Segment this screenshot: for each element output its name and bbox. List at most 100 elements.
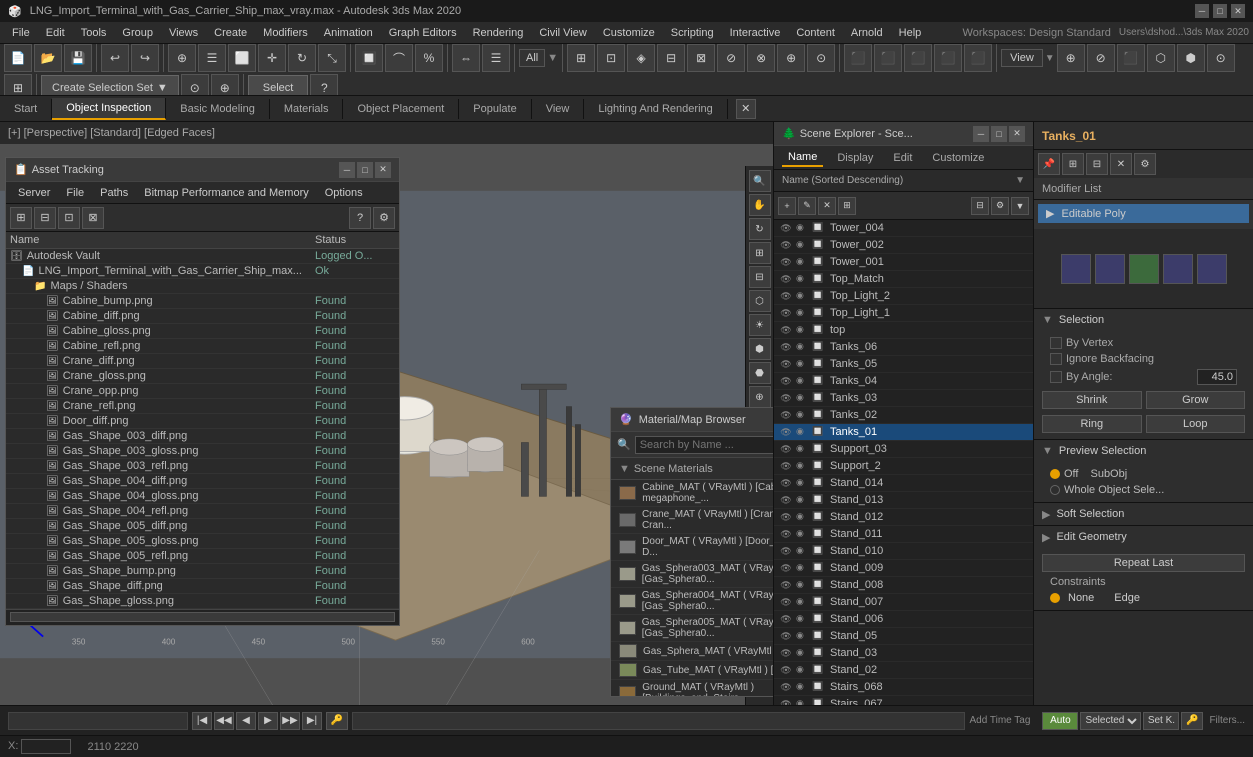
none-radio[interactable]	[1050, 593, 1060, 603]
scene-list-item[interactable]: 👁 ◉ 🔲 Top_Light_1	[774, 305, 1033, 322]
selection-section-header[interactable]: ▼ Selection	[1034, 309, 1253, 331]
menu-rendering[interactable]: Rendering	[465, 25, 532, 41]
scene-list-item[interactable]: 👁 ◉ 🔲 Tower_004	[774, 220, 1033, 237]
menu-views[interactable]: Views	[161, 25, 206, 41]
asset-list-item[interactable]: 🖼Gas_Shape_004_diff.pngFound	[6, 474, 399, 489]
menu-group[interactable]: Group	[114, 25, 161, 41]
mat-list-item[interactable]: Gas_Sphera003_MAT ( VRayMtl ) [Gas_Spher…	[611, 561, 773, 588]
undo-button[interactable]: ↩	[101, 44, 129, 72]
rect-region-button[interactable]: ⬜	[228, 44, 256, 72]
key-mode-select[interactable]: Selected	[1080, 712, 1141, 730]
vp-grid-btn[interactable]: ⊕	[749, 386, 771, 408]
menu-file[interactable]: File	[4, 25, 38, 41]
mat-list-item[interactable]: Gas_Sphera004_MAT ( VRayMtl ) [Gas_Spher…	[611, 588, 773, 615]
mat-list-item[interactable]: Gas_Tube_MAT ( VRayMtl ) [Gas_Tube]	[611, 661, 773, 680]
scene-list-item[interactable]: 👁 ◉ 🔲 Tanks_03	[774, 390, 1033, 407]
scene-list-item[interactable]: 👁 ◉ 🔲 Stand_013	[774, 492, 1033, 509]
menu-animation[interactable]: Animation	[316, 25, 381, 41]
grow-button[interactable]: Grow	[1146, 391, 1246, 409]
asset-menu-server[interactable]: Server	[10, 185, 58, 201]
layer-dropdown[interactable]: All ▼	[519, 49, 558, 67]
asset-tb-settings[interactable]: ⚙	[373, 207, 395, 229]
mirror-button[interactable]: ⇔	[452, 44, 480, 72]
asset-list-item[interactable]: 🖼Gas_Shape_003_diff.pngFound	[6, 429, 399, 444]
key-filter-btn[interactable]: 🔑	[1181, 712, 1203, 730]
scene-list-item[interactable]: 👁 ◉ 🔲 Stand_02	[774, 662, 1033, 679]
last-frame-btn[interactable]: ▶|	[302, 712, 322, 730]
scene-list-item[interactable]: 👁 ◉ 🔲 Support_2	[774, 458, 1033, 475]
editable-poly-modifier[interactable]: ▶ Editable Poly	[1038, 204, 1249, 223]
asset-tb-2[interactable]: ⊟	[34, 207, 56, 229]
asset-menu-file[interactable]: File	[58, 185, 92, 201]
by-vertex-checkbox[interactable]	[1050, 337, 1062, 349]
asset-menu-bitmap[interactable]: Bitmap Performance and Memory	[136, 185, 316, 201]
scene-list-item[interactable]: 👁 ◉ 🔲 Tower_001	[774, 254, 1033, 271]
snap-button[interactable]: 🔲	[355, 44, 383, 72]
soft-selection-header[interactable]: ▶ Soft Selection	[1034, 503, 1253, 525]
scene-list-item[interactable]: 👁 ◉ 🔲 Tanks_02	[774, 407, 1033, 424]
scene-tb-filter[interactable]: ⊟	[971, 197, 989, 215]
prev-btn[interactable]: ◀	[236, 712, 256, 730]
tb-icon-4[interactable]: ⊟	[657, 44, 685, 72]
asset-list-item[interactable]: 🖼Gas_Shape_gloss.pngFound	[6, 594, 399, 609]
menu-scripting[interactable]: Scripting	[663, 25, 722, 41]
preview-off-radio[interactable]	[1050, 469, 1060, 479]
vp-shading-btn[interactable]: ⬡	[749, 290, 771, 312]
select-object-button[interactable]: ⊕	[168, 44, 196, 72]
vp-orbit-btn[interactable]: ↻	[749, 218, 771, 240]
tab-materials[interactable]: Materials	[270, 99, 344, 119]
tb-after-create[interactable]: ⊙	[181, 74, 209, 96]
preview-selection-header[interactable]: ▼ Preview Selection	[1034, 440, 1253, 462]
play-btn[interactable]: ▶	[258, 712, 278, 730]
ring-button[interactable]: Ring	[1042, 415, 1142, 433]
menu-interactive[interactable]: Interactive	[722, 25, 789, 41]
tab-start[interactable]: Start	[0, 99, 52, 119]
scene-list-item[interactable]: 👁 ◉ 🔲 Tanks_01	[774, 424, 1033, 441]
scene-list-item[interactable]: 👁 ◉ 🔲 Stand_03	[774, 645, 1033, 662]
menu-tools[interactable]: Tools	[73, 25, 115, 41]
ignore-backfacing-checkbox[interactable]	[1050, 353, 1062, 365]
asset-list-item[interactable]: 🖼Gas_Shape_004_refl.pngFound	[6, 504, 399, 519]
next-btn[interactable]: ▶▶	[280, 712, 300, 730]
tb-icon-8[interactable]: ⊕	[777, 44, 805, 72]
asset-list-item[interactable]: 🖼Gas_Shape_diff.pngFound	[6, 579, 399, 594]
scene-tb-more1[interactable]: ⊞	[838, 197, 856, 215]
align-button[interactable]: ☰	[482, 44, 510, 72]
tab-view[interactable]: View	[532, 99, 585, 119]
key-mode-btn[interactable]: 🔑	[326, 712, 348, 730]
menu-civil-view[interactable]: Civil View	[531, 25, 594, 41]
asset-minimize-btn[interactable]: ─	[339, 162, 355, 178]
asset-list-item[interactable]: 🗄Autodesk VaultLogged O...	[6, 249, 399, 264]
tb-icon-1[interactable]: ⊞	[567, 44, 595, 72]
scene-tb-del[interactable]: ✕	[818, 197, 836, 215]
mat-list-item[interactable]: Cabine_MAT ( VRayMtl ) [Cabine, megaphon…	[611, 480, 773, 507]
scene-list-item[interactable]: 👁 ◉ 🔲 Stand_05	[774, 628, 1033, 645]
tb-icon-3[interactable]: ◈	[627, 44, 655, 72]
scale-button[interactable]: ⤡	[318, 44, 346, 72]
help-button[interactable]: ?	[310, 74, 338, 96]
asset-list-item[interactable]: 🖼Gas_Shape_005_gloss.pngFound	[6, 534, 399, 549]
asset-tb-1[interactable]: ⊞	[10, 207, 32, 229]
asset-list-item[interactable]: 🖼Cabine_diff.pngFound	[6, 309, 399, 324]
asset-list-item[interactable]: 🖼Cabine_refl.pngFound	[6, 339, 399, 354]
asset-tb-help[interactable]: ?	[349, 207, 371, 229]
tb-more-2[interactable]: ⊘	[1087, 44, 1115, 72]
scene-list-item[interactable]: 👁 ◉ 🔲 Tanks_05	[774, 356, 1033, 373]
scene-list-item[interactable]: 👁 ◉ 🔲 Stand_012	[774, 509, 1033, 526]
play-back-btn[interactable]: |◀	[192, 712, 212, 730]
asset-list-item[interactable]: 🖼Crane_refl.pngFound	[6, 399, 399, 414]
asset-list-item[interactable]: 🖼Gas_Shape_005_diff.pngFound	[6, 519, 399, 534]
prev-frame-btn[interactable]: ◀◀	[214, 712, 234, 730]
vp-material-btn[interactable]: ⬣	[749, 362, 771, 384]
vp-field-btn[interactable]: ⊞	[749, 242, 771, 264]
vp-transparency-btn[interactable]: ⬢	[749, 338, 771, 360]
asset-tb-3[interactable]: ⊡	[58, 207, 80, 229]
select-by-name-button[interactable]: ☰	[198, 44, 226, 72]
se-tab-display[interactable]: Display	[831, 150, 879, 166]
scene-tb-edit[interactable]: ✎	[798, 197, 816, 215]
subobj-vertex[interactable]	[1061, 254, 1091, 284]
tb-more-7[interactable]: ⊞	[4, 74, 32, 96]
subobj-element[interactable]	[1197, 254, 1227, 284]
mod-tb-pin[interactable]: 📌	[1038, 153, 1060, 175]
select-button[interactable]: Select	[248, 75, 309, 96]
